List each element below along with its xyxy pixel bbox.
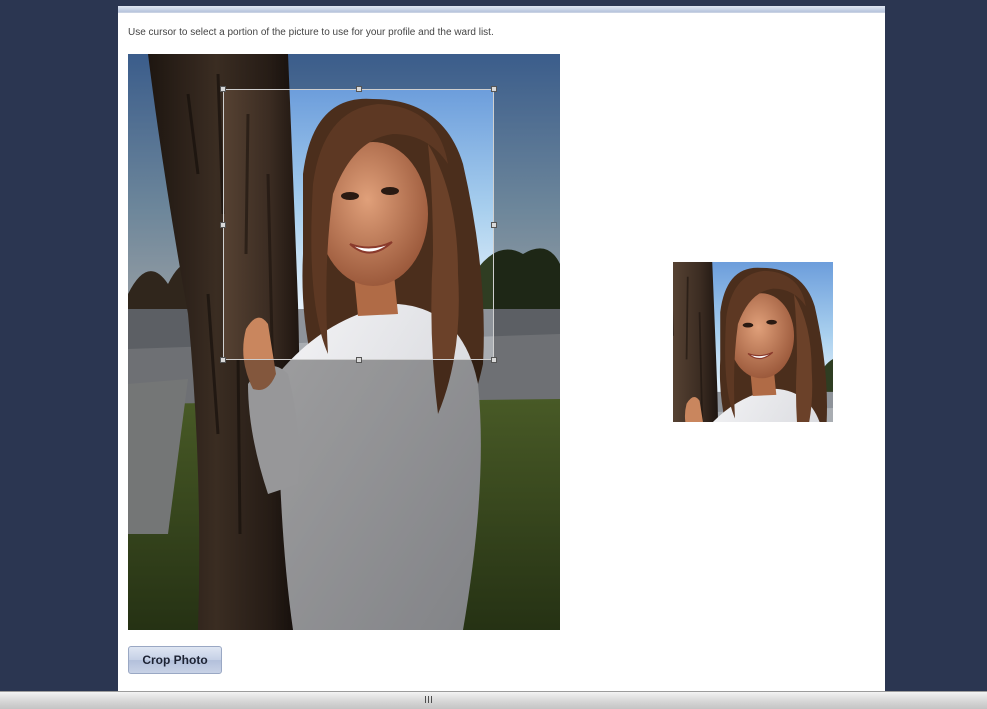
- preview-image: [673, 262, 833, 422]
- crop-handle-top[interactable]: [356, 86, 362, 92]
- crop-photo-button[interactable]: Crop Photo: [128, 646, 222, 674]
- crop-handle-top-right[interactable]: [491, 86, 497, 92]
- crop-handle-bottom[interactable]: [356, 357, 362, 363]
- crop-handle-top-left[interactable]: [220, 86, 226, 92]
- crop-preview-thumbnail: [673, 262, 833, 422]
- source-photo[interactable]: [128, 54, 560, 630]
- panel-top-border: [118, 6, 885, 13]
- resize-splitter-bar[interactable]: [0, 691, 987, 709]
- crop-handle-right[interactable]: [491, 222, 497, 228]
- crop-handle-bottom-right[interactable]: [491, 357, 497, 363]
- crop-handle-left[interactable]: [220, 222, 226, 228]
- grip-handle-icon[interactable]: [425, 696, 433, 703]
- crop-photo-panel: Use cursor to select a portion of the pi…: [118, 6, 885, 692]
- crop-instructions: Use cursor to select a portion of the pi…: [128, 27, 494, 38]
- crop-selection-box[interactable]: [220, 86, 497, 363]
- crop-handle-bottom-left[interactable]: [220, 357, 226, 363]
